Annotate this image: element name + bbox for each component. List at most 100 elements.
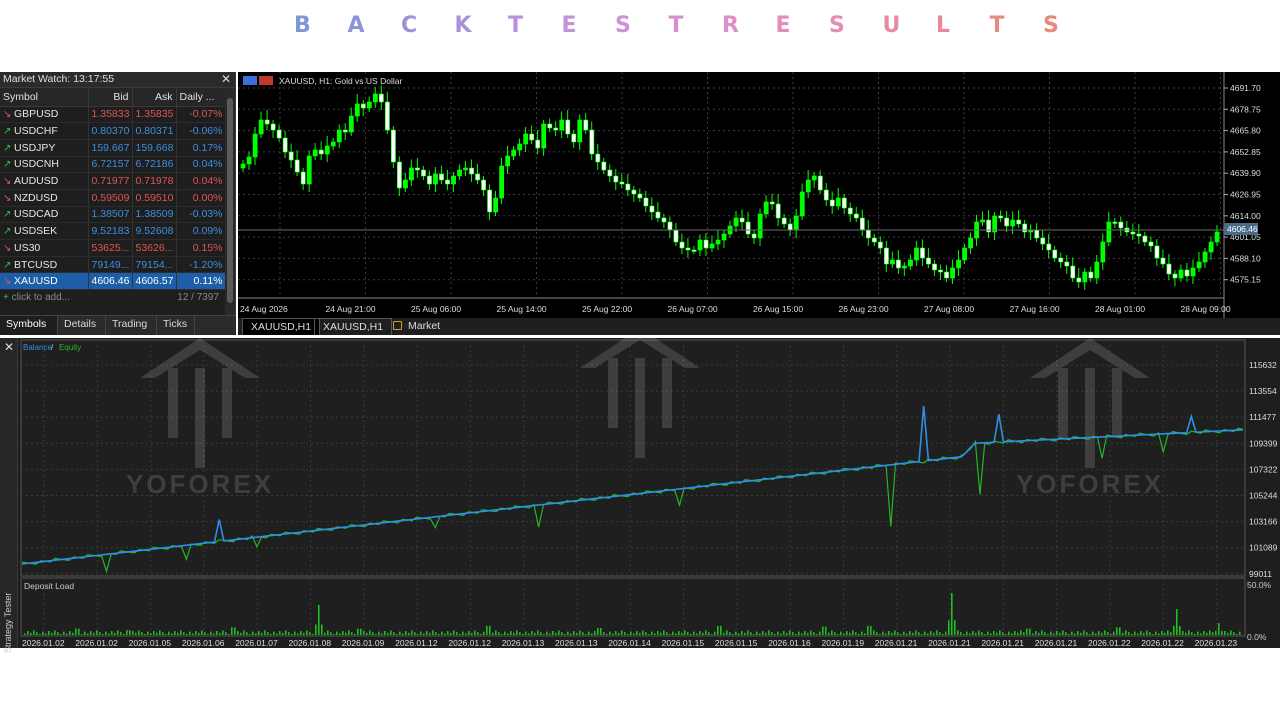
deposit-load-bar <box>282 632 284 635</box>
deposit-load-bar <box>357 628 359 635</box>
deposit-load-bar <box>141 632 143 635</box>
time-tick-label: 24 Aug 2026 <box>240 304 288 314</box>
symbol-row[interactable]: ↘ NZDUSD 0.59509 0.59510 0.00% <box>0 189 227 207</box>
deposit-load-bar <box>1086 632 1088 635</box>
deposit-load-bar <box>132 631 134 635</box>
deposit-load-bar <box>387 632 389 635</box>
deposit-load-bar <box>1239 631 1241 635</box>
candle-body <box>541 123 547 149</box>
deposit-load-bar <box>426 631 428 635</box>
deposit-load-bar <box>1170 632 1172 635</box>
tab-details[interactable]: Details <box>58 316 106 335</box>
candle-body <box>1154 245 1160 259</box>
scrollbar[interactable] <box>225 88 235 315</box>
candle-body <box>721 233 727 241</box>
banner-letter: T <box>508 13 524 38</box>
deposit-load-bar <box>867 625 869 635</box>
close-icon[interactable]: ✕ <box>221 72 231 87</box>
candle-body <box>457 169 462 177</box>
candlestick-chart[interactable]: XAUUSD, H1: Gold vs US Dollar 4691.70 467… <box>238 72 1280 318</box>
candle-body <box>463 167 468 171</box>
deposit-load-bar <box>180 630 182 635</box>
deposit-load-bar <box>510 631 512 635</box>
date-tick-label: 2026.01.21 <box>1035 638 1078 648</box>
tab-ticks[interactable]: Ticks <box>157 316 195 335</box>
deposit-load-bar <box>888 631 890 635</box>
deposit-load-bar <box>1143 632 1145 635</box>
candle-body <box>445 179 450 185</box>
chart-tab-2[interactable]: XAUUSD,H1 <box>314 318 393 335</box>
bid-cell: 1.35833 <box>88 106 133 124</box>
symbol-row[interactable]: ↗ USDJPY 159.667 159.668 0.17% <box>0 139 227 157</box>
deposit-load-bar <box>1194 634 1196 635</box>
deposit-load-bar <box>309 632 311 635</box>
deposit-load-bar <box>414 632 416 635</box>
candle-body <box>655 211 661 219</box>
symbol-row[interactable]: ↘ XAUUSD 4606.46 4606.57 0.11% <box>0 272 227 291</box>
deposit-load-bar <box>129 630 131 635</box>
deposit-load-bar <box>60 634 62 635</box>
deposit-load-bar <box>900 634 902 635</box>
column-header-bid[interactable]: Bid <box>88 88 133 107</box>
symbol-row[interactable]: ↘ GBPUSD 1.35833 1.35835 -0.07% <box>0 106 227 124</box>
candle-body <box>535 139 541 149</box>
deposit-load-bar <box>1011 633 1013 635</box>
scrollbar-thumb[interactable] <box>227 98 233 303</box>
chart-tab-market[interactable]: Market <box>388 318 448 335</box>
deposit-load-bar <box>57 632 59 635</box>
deposit-load-bar <box>39 634 41 635</box>
price-tick-label: 4639.90 <box>1230 168 1261 178</box>
deposit-load-bar <box>1044 632 1046 635</box>
symbol-row[interactable]: ↗ USDCAD 1.38507 1.38509 -0.03% <box>0 206 227 224</box>
watermark-text: YOFOREX <box>1016 469 1164 499</box>
symbol-row[interactable]: ↘ AUDUSD 0.71977 0.71978 0.04% <box>0 172 227 190</box>
market-watch-title: Market Watch: 13:17:55 <box>3 73 115 85</box>
flag-icon <box>259 76 273 85</box>
deposit-load-bar <box>630 631 632 635</box>
deposit-load-bar <box>66 633 68 635</box>
tab-trading[interactable]: Trading <box>106 316 157 335</box>
symbol-name: AUDUSD <box>14 175 59 188</box>
banner-letter: T <box>668 13 684 38</box>
arrow-down-icon: ↘ <box>3 192 12 204</box>
arrow-down-icon: ↘ <box>3 276 12 288</box>
deposit-load-bar <box>1152 634 1154 635</box>
add-symbol-row[interactable]: + click to add... 12 / 7397 <box>0 290 235 306</box>
column-header-daily[interactable]: Daily ... <box>176 88 227 107</box>
ask-cell: 0.59510 <box>132 189 177 207</box>
candle-body <box>246 156 252 165</box>
deposit-load-bar <box>789 630 791 635</box>
deposit-load-bar <box>1212 632 1214 635</box>
deposit-load-bar <box>810 630 812 635</box>
close-icon[interactable]: ✕ <box>4 340 14 354</box>
deposit-load-bar <box>93 632 95 635</box>
deposit-load-bar <box>603 632 605 635</box>
chart-tab-1[interactable]: XAUUSD,H1 <box>242 318 321 335</box>
tester-side-label: Strategy Tester <box>3 592 13 653</box>
deposit-load-bar <box>48 631 50 635</box>
deposit-load-bar <box>174 631 176 635</box>
candle-body <box>805 179 811 193</box>
deposit-load-bar <box>1236 634 1238 635</box>
tab-symbols[interactable]: Symbols <box>0 316 58 335</box>
deposit-load-bar <box>945 631 947 635</box>
candle-body <box>950 267 955 279</box>
candle-body <box>878 241 883 249</box>
symbol-row[interactable]: ↗ USDCHF 0.80370 0.80371 -0.06% <box>0 122 227 140</box>
price-chart[interactable]: XAUUSD, H1: Gold vs US Dollar 4691.70 467… <box>238 72 1280 318</box>
daily-change-cell: 0.04% <box>176 156 227 174</box>
deposit-load-bar <box>894 630 896 635</box>
candle-body <box>294 159 300 173</box>
balance-equity-graph[interactable]: YOFOREX YOFOREX Balance / Equity 11563211… <box>18 338 1280 648</box>
deposit-load-bar <box>96 630 98 635</box>
symbol-row[interactable]: ↗ BTCUSD 79149... 79154... -1.20% <box>0 256 227 274</box>
deposit-load-bar <box>162 632 164 635</box>
column-header-ask[interactable]: Ask <box>132 88 177 107</box>
deposit-load-bar <box>993 631 995 635</box>
daily-change-cell: 0.00% <box>176 189 227 207</box>
symbol-row[interactable]: ↗ USDCNH 6.72157 6.72186 0.04% <box>0 156 227 174</box>
symbol-row[interactable]: ↘ US30 53625... 53626... 0.15% <box>0 239 227 257</box>
deposit-load-bar <box>1206 632 1208 635</box>
symbol-row[interactable]: ↗ USDSEK 9.52183 9.52608 0.09% <box>0 222 227 240</box>
column-header-symbol[interactable]: Symbol <box>0 88 89 107</box>
